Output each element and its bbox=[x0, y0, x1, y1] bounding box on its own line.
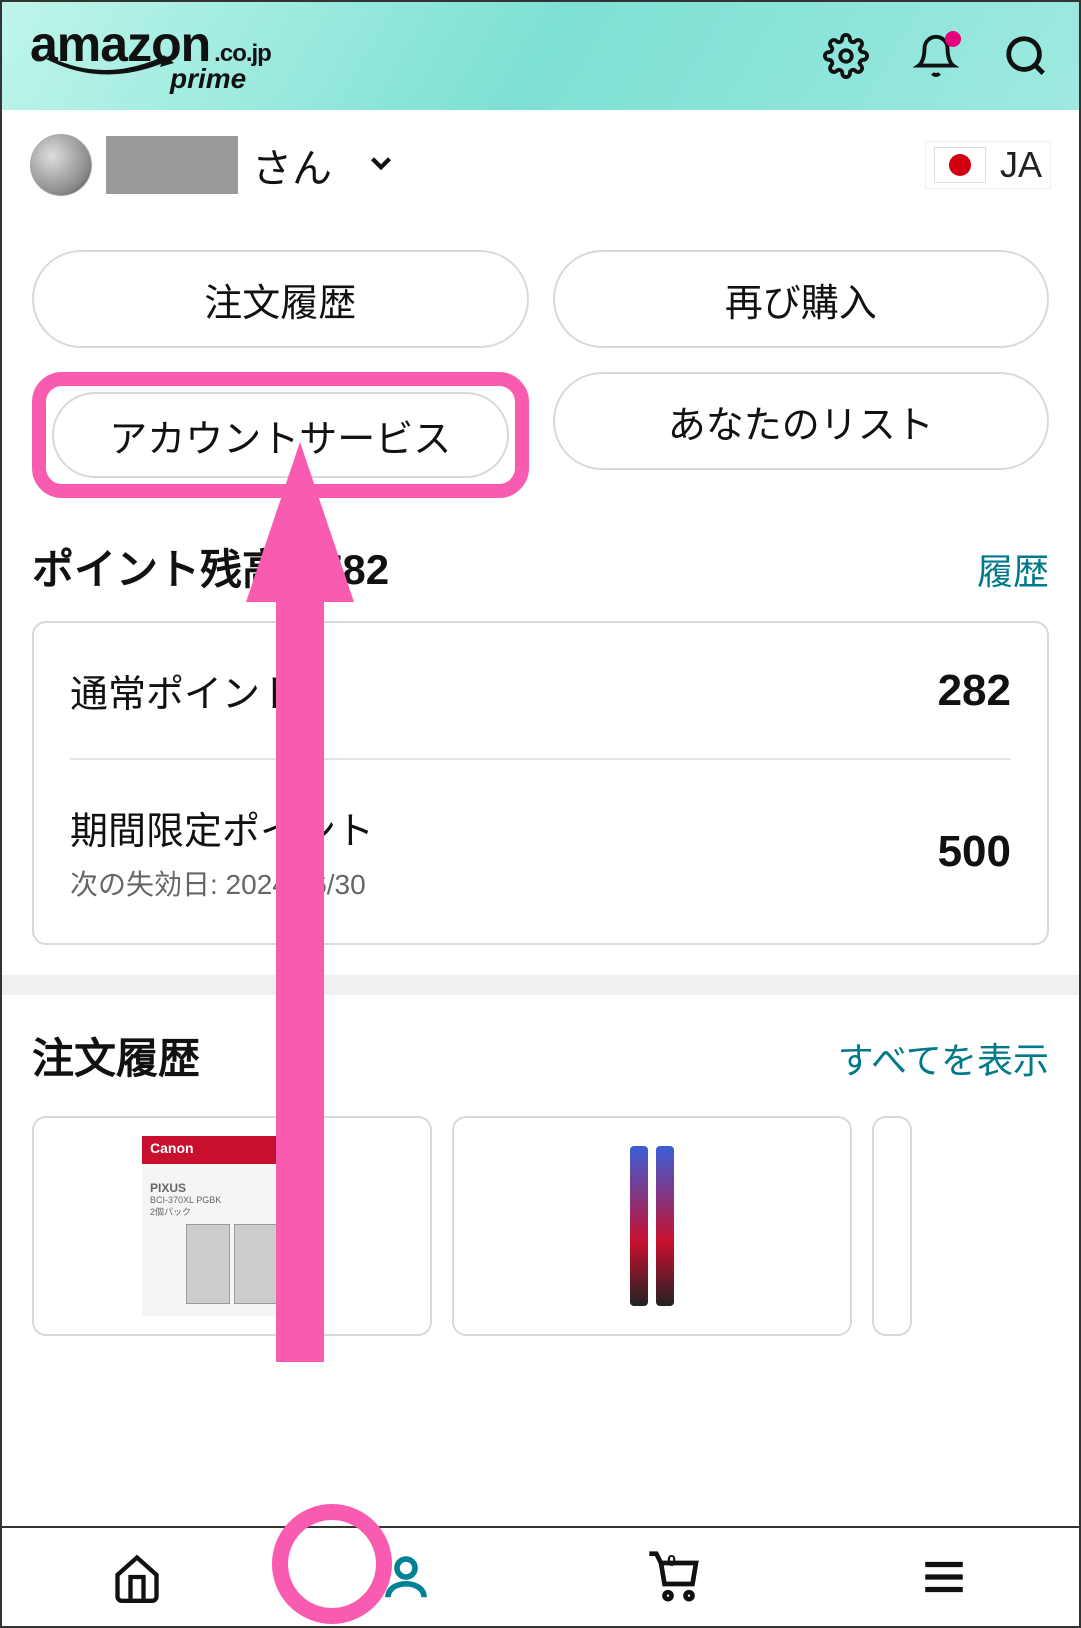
nav-cart-button[interactable]: 0 bbox=[645, 1547, 705, 1607]
nav-account-button[interactable] bbox=[376, 1547, 436, 1607]
user-suffix: さん bbox=[252, 136, 332, 194]
orders-title: 注文履歴 bbox=[32, 1025, 200, 1086]
chevron-down-icon bbox=[364, 146, 398, 185]
notification-dot-icon bbox=[945, 31, 961, 47]
locale-label: JA bbox=[1000, 144, 1042, 186]
your-list-button[interactable]: あなたのリスト bbox=[553, 372, 1050, 470]
points-value: 282 bbox=[938, 666, 1011, 716]
points-title-label: ポイント残高 bbox=[32, 546, 284, 593]
product-thumbnail: PIXUS BCI-370XL PGBK 2個パック 2個 bbox=[142, 1136, 322, 1316]
locale-selector[interactable]: JA bbox=[925, 141, 1051, 189]
orders-header: 注文履歴 すべてを表示 bbox=[2, 995, 1079, 1106]
points-label: 期間限定ポイント bbox=[70, 800, 374, 855]
orders-carousel[interactable]: PIXUS BCI-370XL PGBK 2個パック 2個 bbox=[2, 1106, 1079, 1336]
amazon-logo[interactable]: amazon .co.jp prime bbox=[30, 19, 271, 93]
pill-label: 注文履歴 bbox=[204, 272, 356, 327]
points-title-value: 782 bbox=[319, 546, 389, 593]
order-card[interactable] bbox=[872, 1116, 912, 1336]
order-card[interactable]: PIXUS BCI-370XL PGBK 2個パック 2個 bbox=[32, 1116, 432, 1336]
points-value: 500 bbox=[938, 827, 1011, 877]
points-expiry: 次の失効日: 2024/06/30 bbox=[70, 863, 374, 903]
points-row-limited[interactable]: 期間限定ポイント 次の失効日: 2024/06/30 500 bbox=[70, 758, 1011, 943]
smile-icon bbox=[44, 63, 164, 85]
quick-actions: 注文履歴 再び購入 アカウントサービス あなたのリスト bbox=[2, 206, 1079, 518]
annotation-highlight: アカウントサービス bbox=[32, 372, 529, 498]
buy-again-button[interactable]: 再び購入 bbox=[553, 250, 1050, 348]
logo-prime: prime bbox=[170, 65, 271, 93]
avatar bbox=[30, 134, 92, 196]
points-card: 通常ポイント 282 期間限定ポイント 次の失効日: 2024/06/30 50… bbox=[32, 621, 1049, 945]
points-header: ポイント残高 782 履歴 bbox=[2, 518, 1079, 597]
pill-label: あなたのリスト bbox=[668, 394, 934, 449]
points-history-link[interactable]: 履歴 bbox=[977, 543, 1049, 595]
username-redacted bbox=[106, 136, 238, 194]
app-header: amazon .co.jp prime bbox=[2, 2, 1079, 110]
bell-icon[interactable] bbox=[913, 33, 959, 79]
nav-menu-button[interactable] bbox=[914, 1547, 974, 1607]
user-row: さん JA bbox=[2, 110, 1079, 206]
pill-label: アカウントサービス bbox=[109, 408, 451, 463]
japan-flag-icon bbox=[934, 147, 986, 183]
nav-home-button[interactable] bbox=[107, 1547, 167, 1607]
bottom-nav: 0 bbox=[2, 1526, 1079, 1626]
product-thumbnail bbox=[630, 1146, 674, 1306]
orders-viewall-link[interactable]: すべてを表示 bbox=[838, 1032, 1049, 1084]
cart-count: 0 bbox=[667, 1553, 676, 1571]
points-row-normal[interactable]: 通常ポイント 282 bbox=[70, 623, 1011, 758]
search-icon[interactable] bbox=[1003, 33, 1049, 79]
order-card[interactable] bbox=[452, 1116, 852, 1336]
gear-icon[interactable] bbox=[823, 33, 869, 79]
section-divider bbox=[2, 975, 1079, 995]
pill-label: 再び購入 bbox=[725, 272, 877, 327]
user-selector[interactable]: さん bbox=[30, 134, 398, 196]
order-history-button[interactable]: 注文履歴 bbox=[32, 250, 529, 348]
account-service-button[interactable]: アカウントサービス bbox=[52, 392, 509, 478]
points-label: 通常ポイント bbox=[70, 663, 298, 718]
